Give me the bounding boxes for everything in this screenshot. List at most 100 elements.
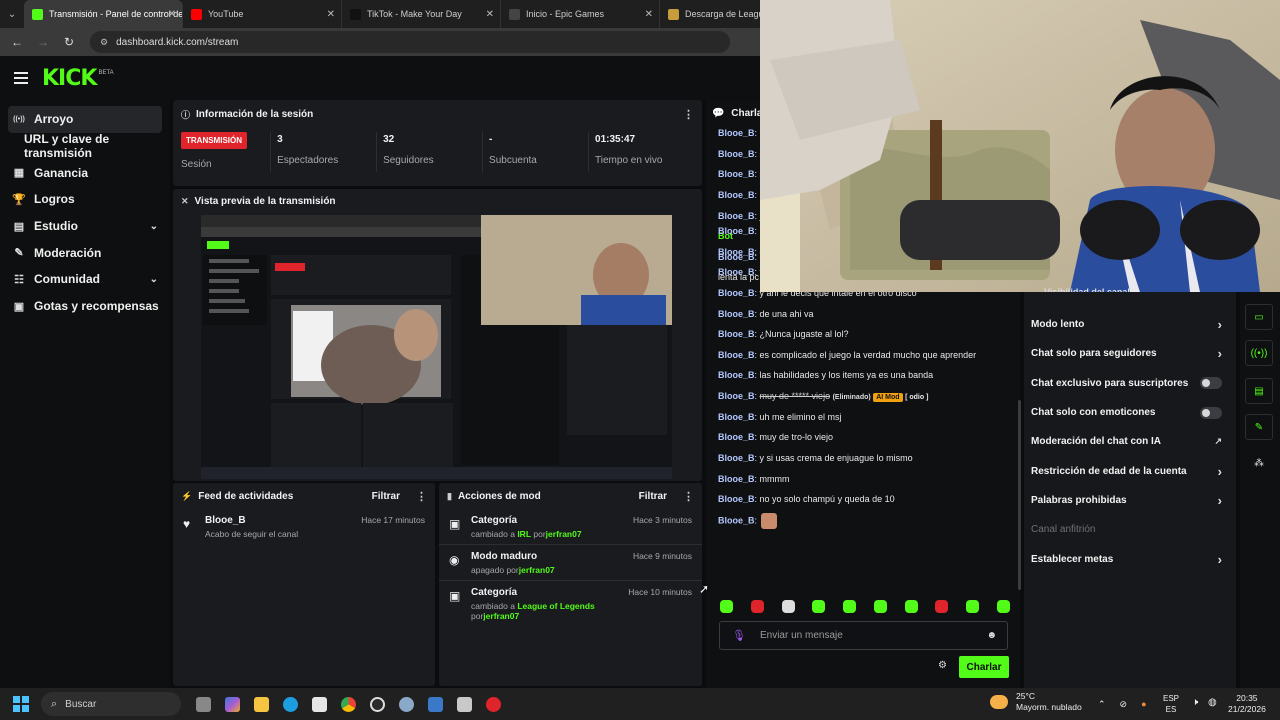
emote-icon[interactable] [904,600,918,613]
tab-close-icon[interactable]: ✕ [168,9,176,20]
mod-filter-button[interactable]: Filtrar [639,491,667,502]
moderation-rail-icon[interactable]: ▤ [1245,378,1273,404]
settings-app-icon[interactable] [392,692,421,716]
obs-icon[interactable] [363,692,392,716]
browser-tab[interactable]: Inicio - Epic Games ✕ [501,0,660,28]
sidebar-item[interactable]: 🏆 Logros [8,186,162,213]
start-button-icon[interactable] [13,696,29,712]
chat-username[interactable]: Blooe_B [718,474,755,484]
chat-message-input[interactable] [759,630,987,641]
emote-icon[interactable] [812,600,826,613]
sidebar-item[interactable]: ▦ Ganancia [8,159,162,186]
weather-widget[interactable]: 25°C Mayorm. nublado [990,691,1082,713]
toggle-switch[interactable] [1200,377,1222,390]
wrench-rail-icon[interactable]: ✎ [1245,414,1273,440]
emote-icon[interactable] [843,600,857,613]
emote-icon[interactable] [996,600,1010,613]
mod-action-moderator[interactable]: jerfran07 [519,565,555,575]
tab-search-button[interactable]: ⌄ [0,0,24,28]
chat-setting-item[interactable]: Chat solo para seguidores › [1024,339,1236,368]
chat-username[interactable]: Blooe_B [718,391,755,401]
chat-settings-gear-icon[interactable]: ⚙ [938,660,947,671]
chat-username[interactable]: Blooe_B [718,247,755,257]
mod-more-icon[interactable]: ⋮ [683,490,694,503]
browser-tab[interactable]: YouTube ✕ [183,0,342,28]
chat-username[interactable]: Blooe_B [718,370,755,380]
emote-icon[interactable] [935,600,949,613]
chat-username[interactable]: Blooe_B [718,149,755,159]
mod-action-value[interactable]: League of Legends [517,601,594,611]
mod-action-value[interactable]: IRL [517,529,531,539]
files-app-icon[interactable] [421,692,450,716]
riot-client-icon[interactable] [479,692,508,716]
chat-username[interactable]: Blooe_B [718,211,755,221]
task-view-icon[interactable] [189,692,218,716]
toggle-switch[interactable] [1200,406,1222,419]
m365-icon[interactable] [218,692,247,716]
tray-chevron-icon[interactable]: ⌃ [1098,699,1106,710]
sidebar-item[interactable]: ✎ Moderación [8,239,162,266]
kick-logo[interactable]: KICK [42,66,97,91]
language-indicator[interactable]: ESP ES [1163,693,1179,715]
notepad-app-icon[interactable] [450,692,479,716]
chat-username[interactable]: Blooe_B [718,128,755,138]
microphone-icon[interactable]: 🎙 [732,629,746,642]
sidebar-item[interactable]: URL y clave de transmisión [8,132,162,160]
mic-tray-icon[interactable]: ● [1141,699,1146,709]
chat-setting-item[interactable]: Chat exclusivo para suscriptores [1024,369,1236,398]
emote-icon[interactable] [781,600,795,613]
chat-setting-item[interactable]: Moderación del chat con IA ↗ [1024,427,1236,456]
browser-tab[interactable]: Transmisión - Panel de control de ✕ [24,0,183,28]
network-off-icon[interactable]: ⊘ [1120,699,1128,710]
chat-username[interactable]: Blooe_B [718,288,755,298]
clock[interactable]: 20:35 21/2/2026 [1228,693,1266,715]
chat-scrollbar[interactable] [1018,400,1021,590]
taskbar-search[interactable]: ⌕ Buscar [41,692,181,716]
chat-username[interactable]: Blooe_B [718,169,755,179]
emote-icon[interactable] [966,600,980,613]
chat-username[interactable]: Blooe_B [718,309,755,319]
chat-setting-item[interactable]: Palabras prohibidas › [1024,486,1236,515]
file-explorer-icon[interactable] [247,692,276,716]
chat-setting-item[interactable]: Restricción de edad de la cuenta › [1024,456,1236,485]
wifi-icon[interactable]: ◍ [1208,697,1217,708]
activity-user[interactable]: Blooe_B [205,515,361,526]
chat-username[interactable]: Blooe_B [718,515,755,525]
store-icon[interactable] [305,692,334,716]
stream-preview-video[interactable] [201,215,672,479]
chat-rail-icon[interactable]: ▭ [1245,304,1273,330]
broadcast-rail-icon[interactable]: ((•)) [1245,340,1273,366]
url-field[interactable]: ⚙ dashboard.kick.com/stream [90,31,730,53]
volume-icon[interactable]: 🕨 [1192,697,1198,708]
mod-action-moderator[interactable]: jerfran07 [546,529,582,539]
chat-setting-item[interactable]: Modo lento › [1024,310,1236,339]
emoji-picker-icon[interactable]: ☻ [986,630,997,641]
tab-close-icon[interactable]: ✕ [486,9,494,20]
activity-more-icon[interactable]: ⋮ [416,490,427,503]
chat-username[interactable]: Blooe_B [718,350,755,360]
sidebar-item[interactable]: ((•)) Arroyo [8,106,162,133]
mod-action-moderator[interactable]: jerfran07 [483,611,519,621]
tab-close-icon[interactable]: ✕ [645,9,653,20]
reload-button[interactable]: ↻ [58,31,80,53]
back-button[interactable]: ← [6,31,28,53]
emote-icon[interactable] [720,600,733,613]
sidebar-item[interactable]: ☷ Comunidad ⌄ [8,266,162,293]
menu-icon[interactable] [14,72,28,84]
forward-button[interactable]: → [32,31,54,53]
chat-username[interactable]: Blooe_B [718,412,755,422]
edge-icon[interactable] [276,692,305,716]
emote-icon[interactable] [873,600,887,613]
chat-username[interactable]: Blooe_B [718,453,755,463]
chat-username[interactable]: Blooe_B [718,432,755,442]
send-chat-button[interactable]: Charlar [959,656,1009,678]
chat-username[interactable]: Blooe_B [718,329,755,339]
chat-username[interactable]: Blooe_B [718,494,755,504]
emote-icon[interactable] [750,600,764,613]
site-info-icon[interactable]: ⚙ [100,37,108,48]
chat-username[interactable]: Blooe_B [718,267,755,277]
sidebar-item[interactable]: ▤ Estudio ⌄ [8,213,162,240]
chat-setting-item[interactable]: Establecer metas › [1024,544,1236,573]
more-options-icon[interactable]: ⋮ [683,108,694,121]
tab-close-icon[interactable]: ✕ [327,9,335,20]
